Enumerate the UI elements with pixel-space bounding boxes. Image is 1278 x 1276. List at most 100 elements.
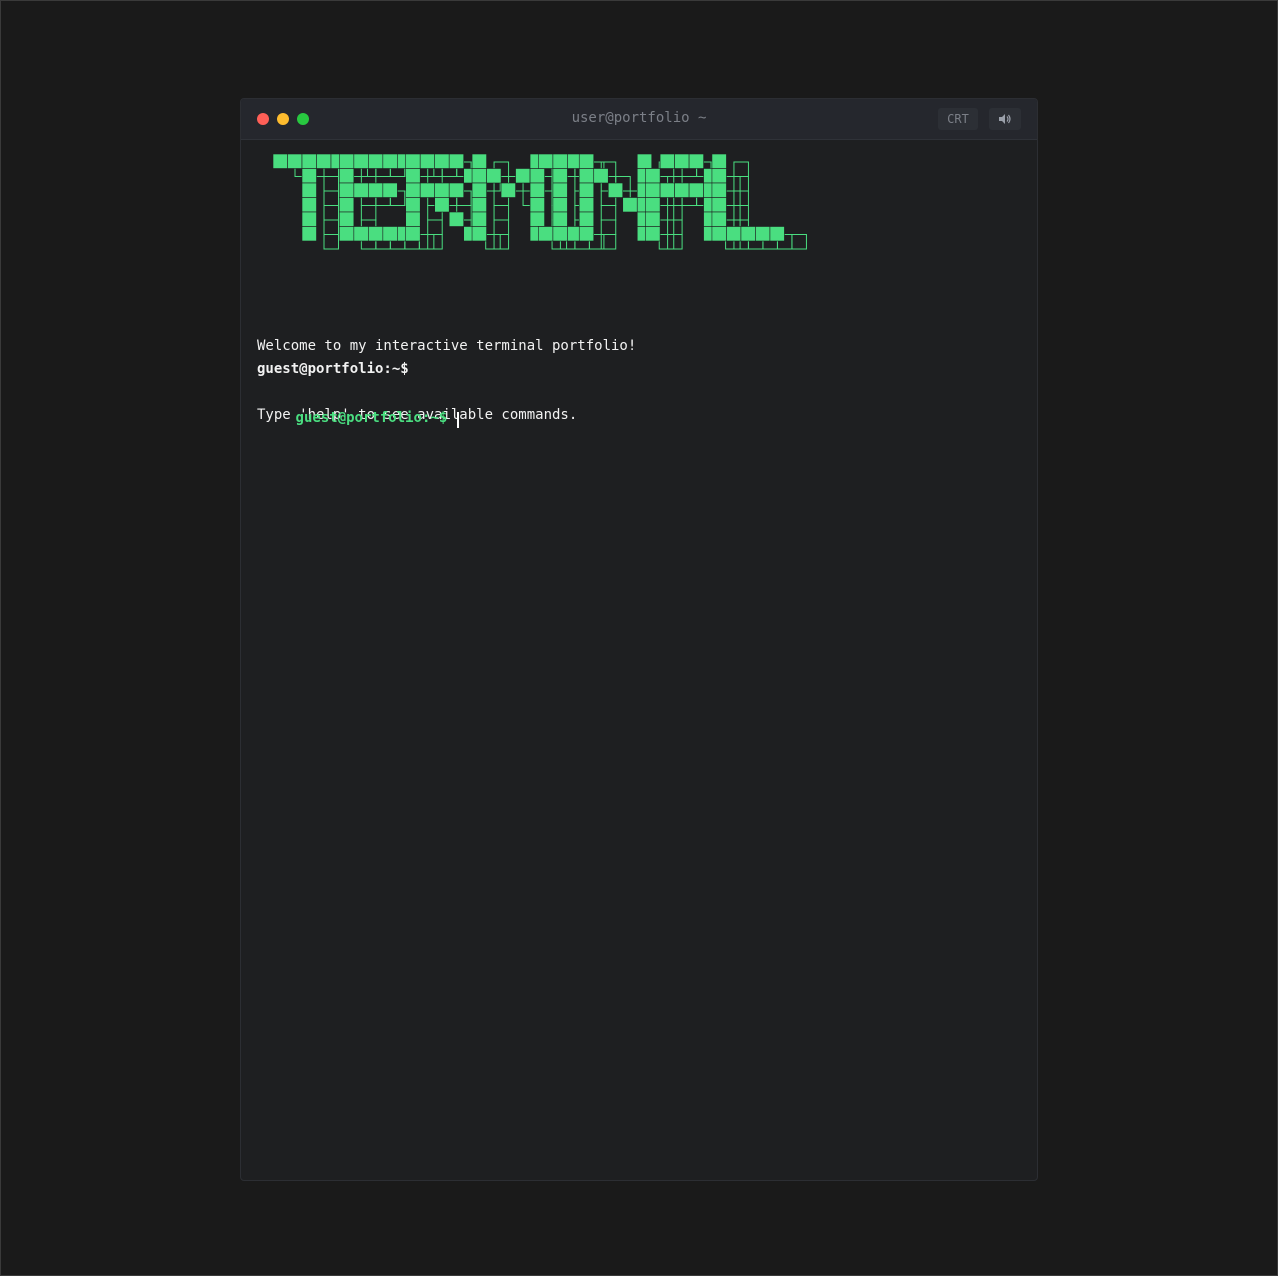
ascii-banner-art	[272, 153, 807, 250]
banner-pixel	[339, 226, 355, 242]
banner-pixel	[711, 197, 727, 213]
banner-shadow-pixel	[733, 190, 749, 206]
banner-pixel	[353, 153, 369, 169]
banner-pixel	[301, 226, 317, 242]
banner-shadow-pixel	[658, 219, 675, 235]
banner-pixel	[405, 197, 421, 213]
banner-pixel	[448, 211, 465, 227]
banner-shadow-pixel	[323, 190, 339, 206]
banner-pixel	[405, 182, 421, 198]
banner-shadow-pixel	[733, 176, 749, 192]
banner-pixel	[578, 197, 595, 213]
banner-pixel	[674, 153, 690, 169]
banner-shadow-pixel	[733, 205, 749, 221]
crt-toggle-button[interactable]: CRT	[938, 108, 978, 130]
banner-pixel	[434, 197, 450, 213]
banner-pixel	[368, 226, 384, 242]
banner-pixel	[622, 197, 638, 213]
banner-pixel	[538, 153, 554, 169]
banner-pixel	[353, 226, 369, 242]
banner-pixel	[301, 153, 317, 169]
banner-pixel	[711, 211, 727, 227]
title-bar: user@portfolio ~ CRT	[241, 99, 1037, 140]
banner-pixel	[607, 182, 624, 198]
banner-pixel	[339, 211, 355, 227]
banner-pixel	[645, 168, 661, 184]
banner-pixel	[419, 153, 436, 169]
welcome-line: Welcome to my interactive terminal portf…	[257, 338, 637, 354]
banner-pixel	[659, 153, 675, 169]
banner-pixel	[500, 182, 516, 198]
banner-shadow-pixel	[418, 234, 435, 250]
banner-pixel	[578, 153, 595, 169]
banner-shadow-pixel	[658, 234, 675, 250]
banner-shadow-pixel	[725, 176, 741, 192]
banner-pixel	[578, 211, 595, 227]
banner-pixel	[529, 168, 545, 184]
active-prompt: guest@portfolio:~$	[295, 410, 448, 426]
banner-pixel	[471, 226, 487, 242]
banner-pixel	[486, 168, 502, 184]
banner-shadow-pixel	[600, 219, 617, 235]
banner-pixel	[578, 226, 595, 242]
banner-shadow-pixel	[360, 205, 377, 221]
banner-pixel	[711, 153, 727, 169]
banner-pixel	[578, 182, 595, 198]
banner-pixel	[405, 211, 421, 227]
banner-pixel	[593, 168, 609, 184]
banner-pixel	[339, 197, 355, 213]
banner-pixel	[382, 153, 398, 169]
banner-shadow-pixel	[725, 190, 741, 206]
banner-pixel	[301, 168, 317, 184]
banner-pixel	[301, 211, 317, 227]
banner-shadow-pixel	[733, 161, 749, 177]
banner-pixel	[552, 153, 568, 169]
banner-pixel	[434, 182, 450, 198]
banner-pixel	[448, 153, 465, 169]
terminal-window: user@portfolio ~ CRT Welcome to my inter…	[240, 98, 1038, 1181]
banner-pixel	[645, 211, 661, 227]
sound-toggle-button[interactable]	[989, 108, 1021, 130]
banner-pixel	[316, 153, 332, 169]
banner-pixel	[529, 197, 545, 213]
banner-pixel	[301, 182, 317, 198]
terminal-output: Welcome to my interactive terminal portf…	[257, 289, 636, 473]
command-line[interactable]: guest@portfolio:~$	[257, 391, 460, 428]
banner-shadow-pixel	[493, 205, 510, 221]
banner-pixel	[368, 182, 384, 198]
banner-pixel	[645, 197, 661, 213]
banner-shadow-pixel	[658, 205, 675, 221]
banner-pixel	[645, 226, 661, 242]
text-cursor	[457, 412, 460, 428]
banner-pixel	[636, 153, 653, 169]
ascii-banner	[265, 149, 825, 259]
banner-pixel	[538, 226, 554, 242]
banner-pixel	[272, 153, 288, 169]
banner-pixel	[419, 182, 436, 198]
banner-pixel	[645, 182, 661, 198]
banner-pixel	[769, 226, 785, 242]
banner-shadow-pixel	[667, 234, 683, 250]
banner-pixel	[405, 226, 421, 242]
banner-pixel	[552, 197, 568, 213]
banner-pixel	[515, 168, 531, 184]
banner-shadow-pixel	[667, 205, 683, 221]
banner-pixel	[471, 153, 487, 169]
banner-shadow-pixel	[485, 234, 501, 250]
banner-pixel	[688, 153, 704, 169]
banner-shadow-pixel	[493, 219, 510, 235]
banner-pixel	[353, 182, 369, 198]
banner-shadow-pixel	[493, 234, 510, 250]
previous-prompt: guest@portfolio:~$	[257, 361, 409, 377]
banner-pixel	[688, 182, 704, 198]
banner-pixel	[471, 182, 487, 198]
banner-pixel	[339, 182, 355, 198]
banner-pixel	[711, 168, 727, 184]
banner-pixel	[287, 153, 303, 169]
banner-pixel	[552, 226, 568, 242]
banner-shadow-pixel	[323, 234, 339, 250]
banner-pixel	[434, 153, 450, 169]
banner-pixel	[552, 211, 568, 227]
banner-pixel	[339, 168, 355, 184]
banner-shadow-pixel	[427, 219, 443, 235]
